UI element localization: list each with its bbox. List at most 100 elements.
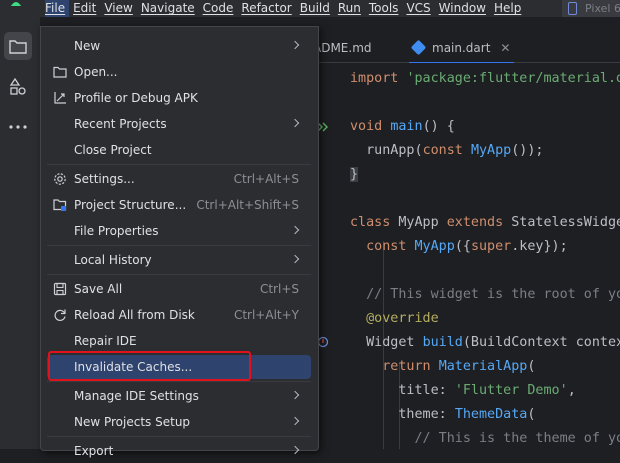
menu-item-open[interactable]: Open... [47,60,311,84]
shapes-icon [9,78,26,95]
menu-code[interactable]: Code [203,0,238,17]
menu-item-label: File Properties [74,224,159,238]
menu-item-label: Settings... [74,172,135,186]
menu-item-label: Local History [74,253,152,267]
menu-item-shortcut: Ctrl+Alt+Shift+S [196,198,299,212]
tool-window-strip [0,17,36,449]
code-line: return MaterialApp( [382,359,536,374]
submenu-arrow-icon [290,416,300,426]
menu-item-label: Export [74,444,114,458]
submenu-arrow-icon [290,40,300,50]
tab-readme[interactable]: ADME.md [313,36,372,62]
submenu-arrow-icon [290,445,300,455]
menu-item-repair-ide[interactable]: Repair IDE [47,329,311,353]
submenu-arrow-icon [290,390,300,400]
file-menu-dropdown: New Open... Profile or Debug APK Recent … [40,26,319,458]
reload-icon [53,308,67,322]
editor-gutter [317,63,339,449]
menu-item-new-projects-setup[interactable]: New Projects Setup [47,410,311,434]
menu-item-label: Manage IDE Settings [74,389,199,403]
code-line: // This widget is the root of yo [350,287,620,302]
menu-file[interactable]: File [45,0,70,17]
menu-edit[interactable]: Edit [73,0,100,17]
menu-item-label: Close Project [74,143,152,157]
menu-item-shortcut: Ctrl+Alt+Y [233,308,299,322]
code-editor[interactable]: import 'package:flutter/material.d void … [339,63,620,449]
menu-separator [47,164,311,165]
android-logo-icon [11,2,21,6]
code-line: } [350,167,359,182]
menu-item-profile-debug-apk[interactable]: Profile or Debug APK [47,86,311,110]
menu-build[interactable]: Build [300,0,334,17]
menu-item-label: New Projects Setup [74,415,191,429]
menu-item-label: New [74,39,101,53]
code-line: class MyApp extends StatelessWidge [350,215,620,230]
device-selector[interactable]: Pixel 6 [562,0,620,17]
submenu-arrow-icon [290,118,300,128]
menu-window[interactable]: Window [439,0,490,17]
code-line: runApp(const MyApp()); [350,143,544,158]
project-structure-icon [53,198,67,212]
more-tools-button[interactable] [4,113,32,141]
menubar: File Edit View Navigate Code Refactor Bu… [0,0,620,17]
code-line: title: 'Flutter Demo', [350,383,576,398]
folder-icon [53,65,67,79]
menu-navigate[interactable]: Navigate [141,0,199,17]
resource-manager-button[interactable] [4,73,32,101]
menu-item-label: Recent Projects [74,117,167,131]
menu-separator [47,274,311,275]
menu-item-label: Project Structure... [74,198,187,212]
tab-readme-label: ADME.md [313,41,372,55]
menu-refactor[interactable]: Refactor [241,0,295,17]
menu-tools[interactable]: Tools [369,0,403,17]
menu-item-settings[interactable]: Settings... Ctrl+Alt+S [47,167,311,191]
menu-item-reload-all[interactable]: Reload All from Disk Ctrl+Alt+Y [47,303,311,327]
menu-separator [47,436,311,437]
dart-icon [410,39,427,56]
highlight-box [48,351,251,381]
code-line: theme: ThemeData( [350,407,536,422]
code-line: Widget build(BuildContext contex [350,335,620,350]
menu-item-recent-projects[interactable]: Recent Projects [47,112,311,136]
menu-item-label: Save All [74,282,123,296]
menu-item-new[interactable]: New [47,34,311,58]
project-tool-button[interactable] [4,32,32,60]
menu-item-label: Profile or Debug APK [74,91,198,105]
menu-item-save-all[interactable]: Save All Ctrl+S [47,277,311,301]
menu-item-label: Reload All from Disk [74,308,195,322]
tab-main-dart[interactable]: main.dart ✕ [409,36,515,64]
menu-help[interactable]: Help [494,0,525,17]
save-icon [53,282,67,296]
code-line: void main() { [350,119,455,134]
folder-icon [9,39,27,54]
gear-icon [53,172,67,186]
menu-item-close-project[interactable]: Close Project [47,138,311,162]
menu-view[interactable]: View [104,0,136,17]
close-tab-icon[interactable]: ✕ [500,41,510,55]
menu-list: File Edit View Navigate Code Refactor Bu… [45,0,529,17]
menu-item-shortcut: Ctrl+Alt+S [233,172,299,186]
code-line: // This is the theme of yo [350,431,620,446]
device-label: Pixel 6 [585,2,620,15]
menu-vcs[interactable]: VCS [406,0,434,17]
code-line: const MyApp({super.key}); [366,239,568,254]
menu-item-label: Repair IDE [74,334,137,348]
menu-item-local-history[interactable]: Local History [47,248,311,272]
menu-item-export[interactable]: Export [47,439,311,463]
menu-item-file-properties[interactable]: File Properties [47,219,311,243]
menu-item-label: Open... [74,65,118,79]
code-line: import 'package:flutter/material.d [350,71,620,86]
menu-item-shortcut: Ctrl+S [259,282,299,296]
menu-run[interactable]: Run [338,0,365,17]
phone-icon [568,2,577,15]
code-line: @override [366,311,439,326]
menu-separator [47,245,311,246]
menu-item-manage-ide-settings[interactable]: Manage IDE Settings [47,384,311,408]
submenu-arrow-icon [290,254,300,264]
editor-tabs: ADME.md main.dart ✕ [313,36,620,64]
menu-item-project-structure[interactable]: Project Structure... Ctrl+Alt+Shift+S [47,193,311,217]
tab-main-dart-label: main.dart [432,41,491,55]
submenu-arrow-icon [290,225,300,235]
profile-apk-icon [53,91,67,105]
more-icon [9,125,27,129]
